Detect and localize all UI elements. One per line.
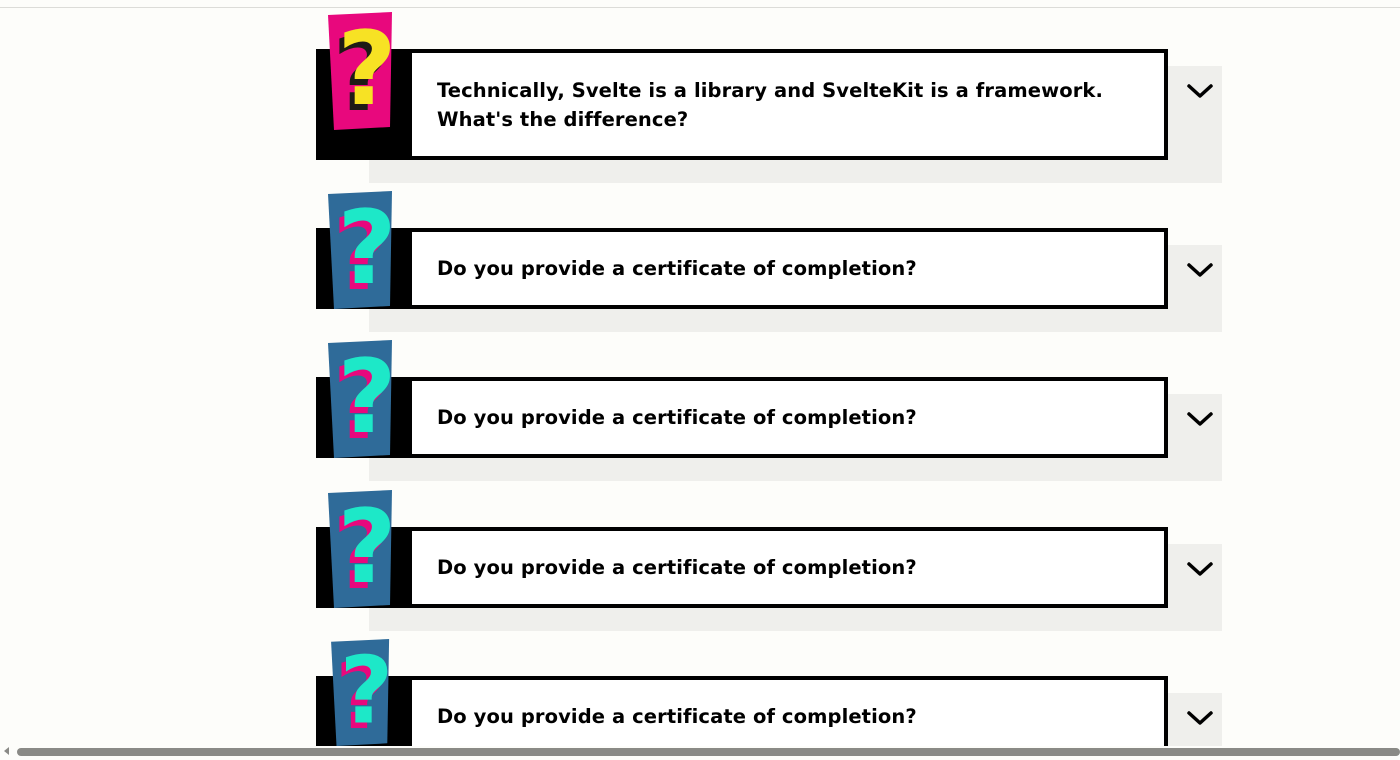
chevron-down-icon[interactable] <box>1185 260 1215 280</box>
faq-question-line: What's the difference? <box>437 107 689 131</box>
svg-text:?: ? <box>337 12 394 129</box>
faq-question-line: Technically, Svelte is a library and Sve… <box>437 78 1104 102</box>
faq-question-line: Do you provide a certificate of completi… <box>437 705 917 728</box>
horizontal-scrollbar[interactable] <box>0 746 1400 760</box>
question-mark-icon: ? ? <box>328 490 394 608</box>
faq-question: Do you provide a certificate of completi… <box>437 403 917 432</box>
chevron-down-icon[interactable] <box>1185 559 1215 579</box>
chevron-down-icon[interactable] <box>1185 708 1215 728</box>
faq-question-line: Do you provide a certificate of completi… <box>437 556 917 579</box>
svg-text:?: ? <box>340 639 394 744</box>
faq-question: Do you provide a certificate of completi… <box>437 254 917 283</box>
svg-text:?: ? <box>337 490 394 607</box>
question-mark-icon: ? ? <box>328 12 394 130</box>
top-divider <box>0 7 1400 8</box>
faq-question-line: Do you provide a certificate of completi… <box>437 406 917 429</box>
scrollbar-thumb[interactable] <box>17 748 1400 756</box>
svg-text:?: ? <box>337 340 394 457</box>
chevron-down-icon[interactable] <box>1185 81 1215 101</box>
faq-question-line: Do you provide a certificate of completi… <box>437 257 917 280</box>
faq-question-button[interactable]: Technically, Svelte is a library and Sve… <box>408 49 1168 160</box>
faq-question-button[interactable]: Do you provide a certificate of completi… <box>408 377 1168 458</box>
question-mark-icon: ? ? <box>328 191 394 309</box>
question-mark-icon: ? ? <box>331 639 394 746</box>
faq-question: Do you provide a certificate of completi… <box>437 702 917 731</box>
svg-text:?: ? <box>337 191 394 308</box>
question-mark-icon: ? ? <box>328 340 394 458</box>
faq-question: Technically, Svelte is a library and Sve… <box>437 76 1103 134</box>
faq-question-button[interactable]: Do you provide a certificate of completi… <box>408 676 1168 757</box>
scroll-left-arrow-icon[interactable] <box>4 747 9 755</box>
faq-question-button[interactable]: Do you provide a certificate of completi… <box>408 228 1168 309</box>
chevron-down-icon[interactable] <box>1185 409 1215 429</box>
faq-question-button[interactable]: Do you provide a certificate of completi… <box>408 527 1168 608</box>
faq-question: Do you provide a certificate of completi… <box>437 553 917 582</box>
